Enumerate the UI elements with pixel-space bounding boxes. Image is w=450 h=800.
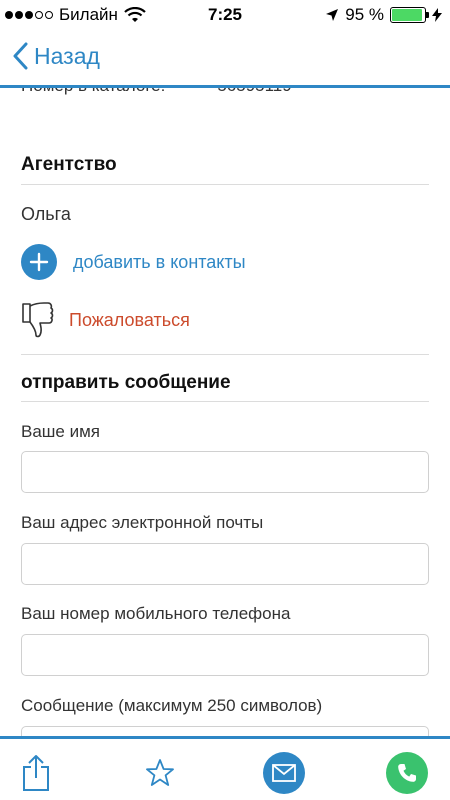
name-field[interactable] <box>21 451 429 493</box>
location-arrow-icon <box>326 9 339 21</box>
status-bar: Билайн 7:25 95 % <box>0 0 450 30</box>
catalog-number-row: Номер в каталоге: 56595119 <box>21 88 292 96</box>
share-icon <box>23 755 49 791</box>
phone-field[interactable] <box>21 634 429 676</box>
thumbs-down-icon <box>22 302 54 338</box>
divider <box>21 401 429 402</box>
add-contact-button[interactable]: добавить в контакты <box>21 244 246 280</box>
send-message-title: отправить сообщение <box>21 372 231 393</box>
phone-field-label: Ваш номер мобильного телефона <box>21 604 291 623</box>
navigation-bar: Назад <box>0 30 450 88</box>
back-label: Назад <box>34 42 100 69</box>
bottom-toolbar <box>0 736 450 800</box>
battery-level <box>392 9 423 21</box>
charging-icon <box>432 8 442 22</box>
chevron-left-icon <box>13 42 28 70</box>
call-button[interactable] <box>385 751 429 795</box>
report-label: Пожаловаться <box>69 309 190 330</box>
catalog-label: Номер в каталоге: <box>21 88 165 96</box>
battery-icon <box>390 7 429 23</box>
mail-icon <box>263 752 305 794</box>
add-contact-label: добавить в контакты <box>73 251 246 272</box>
send-email-button[interactable] <box>262 751 306 795</box>
favorite-button[interactable] <box>138 751 182 795</box>
listing-details[interactable]: Номер в каталоге: 56595119 Агентство Оль… <box>0 88 450 736</box>
message-field-label: Сообщение (максимум 250 символов) <box>21 696 323 715</box>
status-right: 95 % <box>325 5 442 25</box>
divider <box>21 184 429 185</box>
email-field[interactable] <box>21 543 429 585</box>
star-icon <box>146 759 174 786</box>
add-circle-icon <box>21 244 57 280</box>
agent-name: Ольга <box>21 204 71 224</box>
name-field-label: Ваше имя <box>21 422 100 441</box>
catalog-value: 56595119 <box>217 88 291 96</box>
divider <box>21 354 429 355</box>
share-button[interactable] <box>14 751 58 795</box>
phone-icon <box>386 752 428 794</box>
back-button[interactable]: Назад <box>12 42 100 70</box>
report-button[interactable]: Пожаловаться <box>21 300 190 340</box>
agency-title: Агентство <box>21 154 117 175</box>
email-field-label: Ваш адрес электронной почты <box>21 513 264 532</box>
message-field[interactable] <box>21 726 429 736</box>
battery-percent: 95 % <box>345 5 384 24</box>
